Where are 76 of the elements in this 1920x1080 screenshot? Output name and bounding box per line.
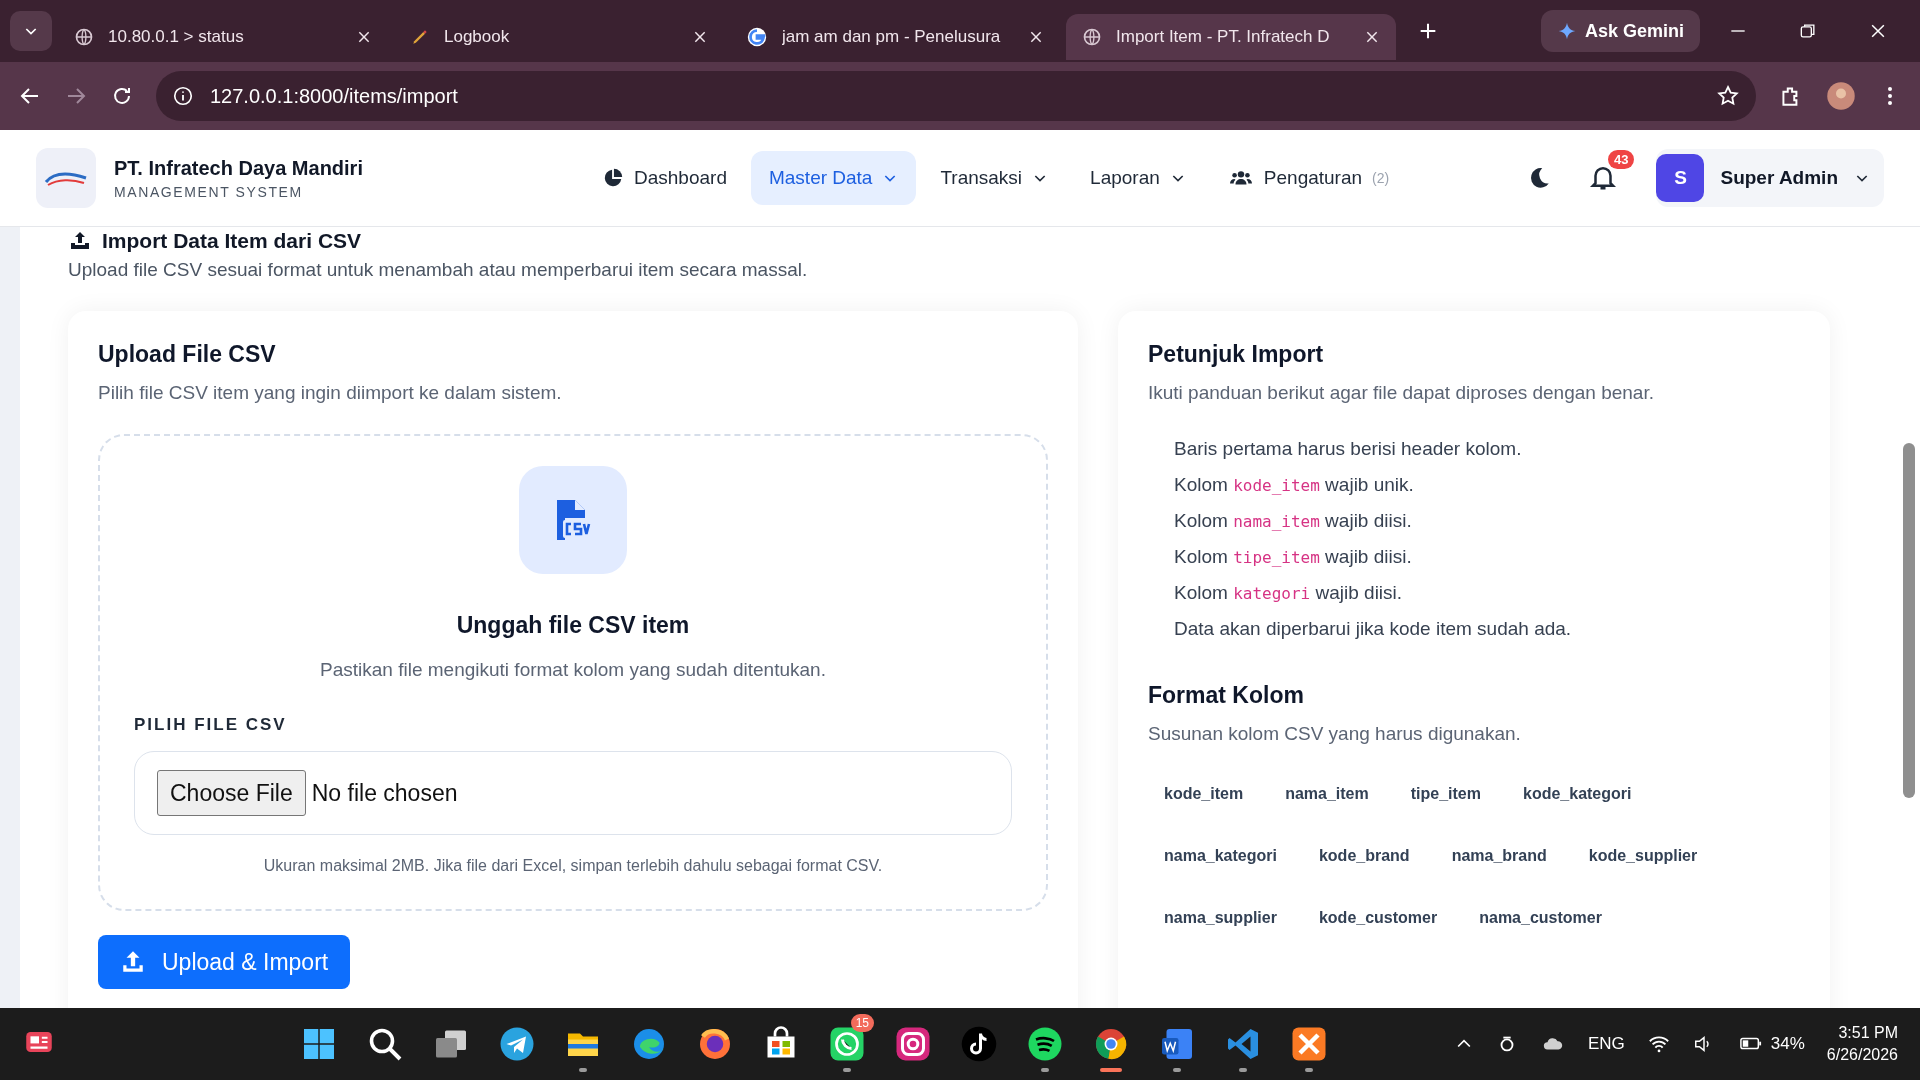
nav-item[interactable]: Pengaturan (2)	[1209, 151, 1408, 205]
info-icon[interactable]	[172, 85, 194, 107]
language-indicator[interactable]: ENG	[1587, 1034, 1625, 1054]
bookmark-star-icon[interactable]	[1716, 84, 1740, 108]
close-icon[interactable]	[692, 29, 708, 45]
hint-text: Ukuran maksimal 2MB. Jika file dari Excel, simpan terlebih dahulu sebagai format CSV.	[263, 857, 883, 875]
system-name: MANAGEMENT SYSTEM	[114, 183, 304, 200]
google-icon	[746, 26, 768, 48]
count-label: (2)	[1372, 170, 1390, 186]
rule-text: Kolom kategori wajib diisi.	[1174, 582, 1404, 604]
rule-text: Kolom nama_item wajib diisi.	[1174, 510, 1413, 532]
edge-icon[interactable]	[631, 1026, 667, 1062]
search-icon[interactable]	[367, 1026, 403, 1062]
browser-tab[interactable]: jam am dan pm - Penelusura	[730, 14, 1060, 60]
globe-icon	[1082, 27, 1102, 47]
rule-text: Kolom tipe_item wajib diisi.	[1174, 546, 1413, 568]
scrollbar[interactable]	[1898, 227, 1920, 1008]
card-subtitle: Pilih file CSV item yang ingin diimport ke dalam sistem.	[98, 382, 563, 404]
browser-tab[interactable]: Import Item - PT. Infratech D	[1066, 14, 1396, 60]
close-icon[interactable]	[1364, 29, 1380, 45]
clock-date[interactable]: 6/26/2026	[1826, 1046, 1898, 1064]
clock-time[interactable]: 3:51 PM	[1838, 1024, 1898, 1042]
csv-file-icon	[519, 466, 627, 574]
chrome-icon[interactable]	[1093, 1026, 1129, 1062]
upload-import-button[interactable]: Upload & Import	[98, 935, 351, 989]
avatar: S	[1656, 154, 1705, 202]
logo	[36, 148, 96, 208]
file-status: No file chosen	[311, 779, 458, 807]
tab-title: jam am dan pm - Penelusura	[782, 27, 1002, 47]
drop-zone-title: Unggah file CSV item	[456, 612, 690, 639]
close-icon[interactable]	[1028, 29, 1044, 45]
nav-item[interactable]: Master Data	[750, 151, 917, 205]
field-label: PILIH FILE CSV	[134, 715, 288, 735]
browser-tab[interactable]: 10.80.0.1 > status	[58, 14, 388, 60]
rule-text: Kolom kode_item wajib unik.	[1174, 474, 1415, 496]
section-title: Format Kolom	[1148, 682, 1305, 709]
rule-text: Baris pertama harus berisi header kolom.	[1174, 438, 1523, 460]
chat-phone-icon[interactable]	[829, 1026, 865, 1062]
document-icon[interactable]	[1159, 1026, 1195, 1062]
notification-badge: 43	[1608, 150, 1635, 169]
code-editor-icon[interactable]	[1225, 1026, 1261, 1062]
spotify-icon[interactable]	[1027, 1026, 1063, 1062]
paper-plane-icon[interactable]	[499, 1026, 535, 1062]
address-field[interactable]: 127.0.0.1:8000/items/import	[156, 71, 1756, 121]
battery-percent: 34%	[1770, 1034, 1805, 1054]
user-menu[interactable]: S Super Admin	[1656, 149, 1884, 207]
page-title: Import Data Item dari CSV	[102, 229, 362, 253]
file-field[interactable]: Choose File No file chosen	[134, 751, 1012, 835]
close-icon[interactable]	[356, 29, 372, 45]
nav-item[interactable]: Transaksi	[922, 151, 1067, 205]
drop-zone-text: Pastikan file mengikuti format kolom yang sudah ditentukan.	[320, 659, 826, 681]
gemini-button[interactable]: Ask Gemini	[1540, 10, 1700, 52]
nav-item[interactable]: Dashboard	[584, 151, 745, 205]
firefox-icon[interactable]	[697, 1026, 733, 1062]
card-title: Upload File CSV	[98, 341, 277, 368]
pie-chart-icon	[602, 167, 624, 189]
company-name: PT. Infratech Daya Mandiri	[114, 156, 364, 180]
windows-icon[interactable]	[301, 1026, 337, 1062]
nav-item[interactable]: Laporan	[1072, 151, 1204, 205]
tab-title: Logbook	[444, 27, 511, 47]
choose-file-button[interactable]: Choose File	[157, 770, 306, 816]
upload-icon	[120, 949, 146, 975]
music-note-icon[interactable]	[961, 1026, 997, 1062]
profile-icon[interactable]	[1826, 81, 1856, 111]
rule-text: Data akan diperbarui jika kode item sudah ada.	[1174, 618, 1573, 640]
globe-icon	[74, 27, 94, 47]
card-title: Petunjuk Import	[1148, 341, 1325, 368]
tab-title: Import Item - PT. Infratech D	[1116, 27, 1331, 47]
card-subtitle: Ikuti panduan berikut agar file dapat diproses dengan benar.	[1148, 382, 1655, 404]
section-subtitle: Susunan kolom CSV yang harus digunakan.	[1148, 723, 1522, 745]
browser-tab[interactable]: Logbook	[394, 14, 724, 60]
tab-title: 10.80.0.1 > status	[108, 27, 245, 47]
address-text: 127.0.0.1:8000/items/import	[210, 84, 459, 108]
camera-icon[interactable]	[895, 1026, 931, 1062]
notification-badge: 15	[850, 1014, 874, 1032]
page-subtitle: Upload file CSV sesuai format untuk menambah atau memperbarui item secara massal.	[68, 259, 809, 281]
